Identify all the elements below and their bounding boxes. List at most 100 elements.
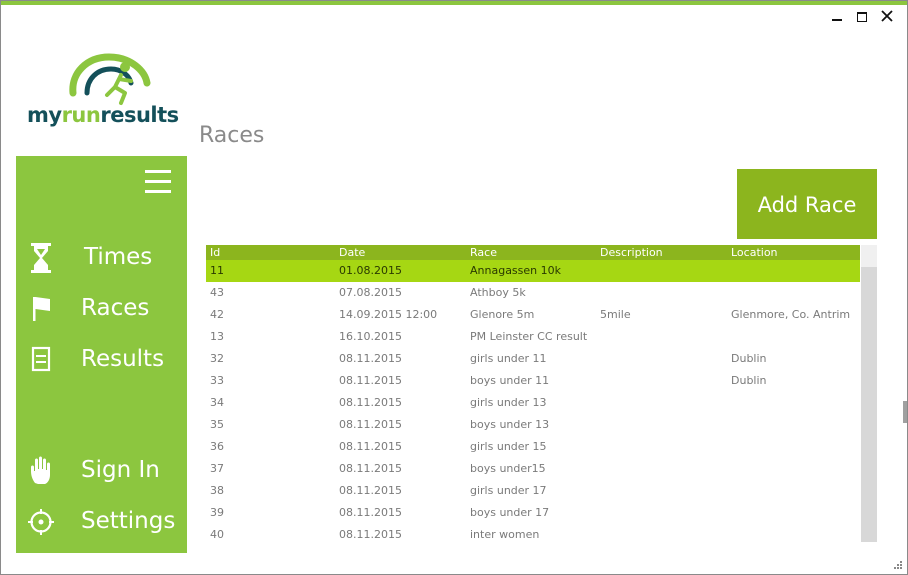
sidebar-item-races[interactable]: Races bbox=[16, 289, 187, 329]
cell-date: 07.08.2015 bbox=[339, 286, 402, 299]
cell-id: 43 bbox=[210, 286, 224, 299]
cell-race: girls under 13 bbox=[470, 396, 547, 409]
cell-race: boys under 17 bbox=[470, 506, 550, 519]
runner-logo-icon bbox=[69, 53, 151, 105]
sidebar-item-results[interactable]: Results bbox=[16, 340, 187, 380]
cell-race: boys under 11 bbox=[470, 374, 550, 387]
cell-race: girls under 15 bbox=[470, 440, 547, 453]
cell-id: 39 bbox=[210, 506, 224, 519]
logo-wordmark: myrunresults bbox=[27, 103, 179, 127]
sidebar-item-label: Settings bbox=[81, 508, 176, 534]
cell-id: 37 bbox=[210, 462, 224, 475]
cell-date: 08.11.2015 bbox=[339, 462, 402, 475]
cell-date: 08.11.2015 bbox=[339, 396, 402, 409]
table-row[interactable]: 38 08.11.2015 girls under 17 bbox=[206, 480, 860, 502]
column-header-description[interactable]: Description bbox=[600, 245, 663, 260]
table-row[interactable]: 35 08.11.2015 boys under 13 bbox=[206, 414, 860, 436]
logo-text-my: my bbox=[27, 103, 62, 127]
cell-id: 32 bbox=[210, 352, 224, 365]
table-row[interactable]: 43 07.08.2015 Athboy 5k bbox=[206, 282, 860, 304]
logo-text-run: run bbox=[61, 103, 101, 127]
cell-race: girls under 11 bbox=[470, 352, 547, 365]
cell-id: 35 bbox=[210, 418, 224, 431]
cell-id: 33 bbox=[210, 374, 224, 387]
app-logo: myrunresults bbox=[27, 53, 179, 133]
window-edge-marker bbox=[903, 401, 907, 423]
vertical-scrollbar[interactable] bbox=[861, 245, 877, 542]
hourglass-icon bbox=[31, 243, 51, 273]
sidebar-item-sign-in[interactable]: Sign In bbox=[16, 451, 187, 491]
table-body: 11 01.08.2015 Annagassen 10k 43 07.08.2015 At… bbox=[206, 260, 860, 542]
sidebar: Times Races Results Sign In Settings bbox=[16, 156, 187, 553]
cell-location: Dublin bbox=[731, 352, 767, 365]
cell-id: 36 bbox=[210, 440, 224, 453]
title-accent-strip bbox=[1, 1, 907, 5]
cell-race: Athboy 5k bbox=[470, 286, 526, 299]
table-row[interactable]: 37 08.11.2015 boys under15 bbox=[206, 458, 860, 480]
cell-date: 08.11.2015 bbox=[339, 352, 402, 365]
cell-race: Annagassen 10k bbox=[470, 264, 561, 277]
table-row[interactable]: 36 08.11.2015 girls under 15 bbox=[206, 436, 860, 458]
resize-grip-icon[interactable] bbox=[893, 560, 903, 570]
cell-date: 08.11.2015 bbox=[339, 418, 402, 431]
sidebar-item-label: Sign In bbox=[81, 457, 160, 483]
table-row[interactable]: 13 16.10.2015 PM Leinster CC result bbox=[206, 326, 860, 348]
table-row[interactable]: 11 01.08.2015 Annagassen 10k bbox=[206, 260, 860, 282]
menu-toggle-button[interactable] bbox=[145, 168, 171, 194]
column-header-date[interactable]: Date bbox=[339, 245, 365, 260]
cell-race: girls under 17 bbox=[470, 484, 547, 497]
cell-id: 38 bbox=[210, 484, 224, 497]
table-row[interactable]: 40 08.11.2015 inter women bbox=[206, 524, 860, 542]
cell-date: 14.09.2015 12:00 bbox=[339, 308, 438, 321]
hand-icon bbox=[31, 456, 50, 484]
cell-date: 08.11.2015 bbox=[339, 440, 402, 453]
cell-id: 40 bbox=[210, 528, 224, 541]
cell-date: 08.11.2015 bbox=[339, 506, 402, 519]
sidebar-item-label: Times bbox=[84, 244, 153, 270]
cell-date: 08.11.2015 bbox=[339, 374, 402, 387]
cell-id: 34 bbox=[210, 396, 224, 409]
column-header-location[interactable]: Location bbox=[731, 245, 778, 260]
cell-date: 08.11.2015 bbox=[339, 484, 402, 497]
scrollbar-header-spacer bbox=[861, 245, 877, 267]
app-window: myrunresults Times Races Results Sign In… bbox=[0, 0, 908, 575]
cell-date: 01.08.2015 bbox=[339, 264, 402, 277]
table-row[interactable]: 39 08.11.2015 boys under 17 bbox=[206, 502, 860, 524]
maximize-button[interactable] bbox=[857, 11, 867, 22]
page-title: Races bbox=[199, 123, 265, 148]
cell-description: 5mile bbox=[600, 308, 631, 321]
flag-icon bbox=[33, 297, 50, 321]
table-header: Id Date Race Description Location bbox=[206, 245, 860, 260]
table-row[interactable]: 32 08.11.2015 girls under 11 Dublin bbox=[206, 348, 860, 370]
cell-location: Glenmore, Co. Antrim bbox=[731, 308, 851, 321]
settings-icon bbox=[28, 509, 54, 535]
minimize-button[interactable] bbox=[831, 10, 843, 22]
cell-race: inter women bbox=[470, 528, 540, 541]
window-controls bbox=[831, 10, 893, 22]
races-table: Id Date Race Description Location 11 01.0… bbox=[206, 245, 877, 542]
add-race-button[interactable]: Add Race bbox=[737, 169, 877, 239]
table-row[interactable]: 34 08.11.2015 girls under 13 bbox=[206, 392, 860, 414]
cell-id: 42 bbox=[210, 308, 224, 321]
column-header-id[interactable]: Id bbox=[210, 245, 220, 260]
sidebar-item-label: Results bbox=[81, 346, 165, 372]
cell-race: PM Leinster CC result bbox=[470, 330, 588, 343]
cell-race: boys under 13 bbox=[470, 418, 550, 431]
table-row[interactable]: 33 08.11.2015 boys under 11 Dublin bbox=[206, 370, 860, 392]
document-icon bbox=[31, 346, 51, 372]
close-button[interactable] bbox=[881, 10, 893, 22]
cell-race: boys under15 bbox=[470, 462, 546, 475]
cell-location: Dublin bbox=[731, 374, 767, 387]
cell-id: 11 bbox=[210, 264, 224, 277]
sidebar-item-label: Races bbox=[81, 295, 150, 321]
cell-race: Glenore 5m bbox=[470, 308, 535, 321]
cell-date: 08.11.2015 bbox=[339, 528, 402, 541]
close-icon bbox=[881, 10, 893, 22]
cell-id: 13 bbox=[210, 330, 224, 343]
cell-date: 16.10.2015 bbox=[339, 330, 402, 343]
logo-text-results: results bbox=[100, 103, 179, 127]
column-header-race[interactable]: Race bbox=[470, 245, 497, 260]
table-row[interactable]: 42 14.09.2015 12:00 Glenore 5m 5mile Glenmor… bbox=[206, 304, 860, 326]
sidebar-item-settings[interactable]: Settings bbox=[16, 502, 187, 542]
sidebar-item-times[interactable]: Times bbox=[16, 238, 187, 278]
